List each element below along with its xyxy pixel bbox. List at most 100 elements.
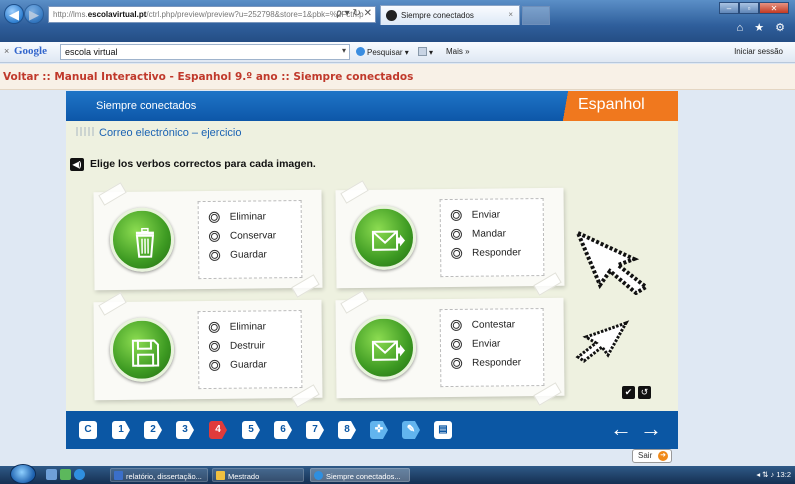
bars-icon [76,127,94,136]
radio-button[interactable] [208,211,220,223]
save-disk-icon [109,317,175,383]
exercise-card-send-mail: Enviar Mandar Responder [335,180,565,296]
minimize-button[interactable]: – [719,2,739,14]
address-tools[interactable]: ρ ▾ ↻ ✕ [336,8,372,19]
page-icon [418,47,427,56]
ie-icon [314,471,323,480]
address-bar[interactable]: http://lms.escolavirtual.pt/ctrl.php/pre… [48,6,376,23]
google-search-input[interactable]: escola virtual ▾ [60,44,350,60]
taskbar: relatório, dissertação... Mestrado Siemp… [0,464,795,484]
close-window-button[interactable]: ✕ [759,2,789,14]
edit-icon[interactable]: ✎ [402,421,420,439]
prev-arrow-icon[interactable]: ← [610,416,632,442]
radio-button[interactable] [209,359,221,371]
radio-button[interactable] [450,209,462,221]
page-button-5[interactable]: 5 [242,421,260,439]
tape [340,290,369,314]
clock: 13:2 [776,470,791,479]
option-eliminar[interactable]: Eliminar [208,207,301,227]
exercise-subtitle: Correo electrónico – ejercicio [76,127,241,139]
login-link[interactable]: Iniciar sessão [734,47,783,56]
exercise-card-save: Eliminar Destruir Guardar [93,292,323,408]
radio-button[interactable] [450,228,463,240]
reset-button[interactable]: ↺ [638,386,651,399]
radio-button[interactable] [451,357,463,369]
show-desktop-icon[interactable] [46,469,57,480]
option-enviar[interactable]: Enviar [450,334,543,354]
subject-badge: Espanhol [560,91,678,121]
option-enviar[interactable]: Enviar [450,205,543,225]
url-domain: escolavirtual.pt [87,10,147,19]
word-icon [114,471,123,480]
breadcrumb[interactable]: Voltar :: Manual Interactivo - Espanhol … [0,64,795,90]
start-button[interactable] [10,464,36,484]
explorer-icon[interactable] [60,469,71,480]
activity-panel: Siempre conectados Espanhol Correo elect… [66,91,678,449]
page-button-2[interactable]: 2 [144,421,162,439]
browser-tab-title: Siempre conectados [401,11,474,20]
check-controls: ✔ ↺ [622,386,651,399]
forward-button[interactable]: ▶ [24,4,44,24]
taskbar-item-siempre-conectados[interactable]: Siempre conectados... [310,468,410,482]
trash-icon [109,207,175,273]
browser-tab[interactable]: Siempre conectados × [380,5,520,25]
page-button-7[interactable]: 7 [306,421,324,439]
more-button[interactable]: Mais » [446,47,470,56]
clipboard-icon[interactable]: ▤ [434,421,452,439]
maximize-button[interactable]: ▫ [739,2,759,14]
back-button[interactable]: ◀ [4,4,24,24]
exit-label: Sair [638,451,653,460]
radio-button[interactable] [208,321,220,333]
taskbar-item-relatorio[interactable]: relatório, dissertação... [110,468,208,482]
page-button-c[interactable]: C [79,421,97,439]
option-guardar[interactable]: Guardar [209,245,301,265]
options-box: Eliminar Conservar Guardar [197,200,303,280]
radio-button[interactable] [209,249,221,261]
option-responder[interactable]: Responder [451,353,543,373]
cursor-illustration-small [575,320,630,363]
reply-mail-icon [351,315,417,381]
activity-title: Siempre conectados [96,100,197,112]
option-guardar[interactable]: Guardar [209,355,301,375]
ie-icon[interactable] [74,469,85,480]
google-logo: Google [14,45,47,57]
exercise-card-reply-mail: Contestar Enviar Responder [335,290,565,406]
window-controls: – ▫ ✕ [719,2,789,14]
page-navigation-bar: C 1 2 3 4 5 6 7 8 ✜ ✎ ▤ ← → [66,411,678,449]
page-button-3[interactable]: 3 [176,421,194,439]
tab-close-icon[interactable]: × [508,10,513,19]
activity-header: Siempre conectados Espanhol [66,91,678,121]
pesquisar-button[interactable]: Pesquisar ▾ [356,47,409,57]
option-destruir[interactable]: Destruir [208,336,301,356]
page-button-8[interactable]: 8 [338,421,356,439]
toolbar-close-icon[interactable]: × [4,46,9,56]
home-favorites-settings-icons[interactable]: ⌂ ★ ⚙ [737,21,789,34]
exit-button[interactable]: Sair ➜ [632,449,672,463]
radio-button[interactable] [450,338,463,350]
check-answer-button[interactable]: ✔ [622,386,635,399]
radio-button[interactable] [208,230,221,242]
page-button-1[interactable]: 1 [112,421,130,439]
exit-arrow-icon: ➜ [658,451,668,461]
option-mandar[interactable]: Mandar [450,224,543,244]
toolbar-menu-button[interactable]: ▾ [418,47,433,57]
option-contestar[interactable]: Contestar [450,315,543,335]
radio-button[interactable] [208,340,221,352]
exercise-card-trash: Eliminar Conservar Guardar [93,182,323,298]
instruction: ◀) Elige los verbos correctos para cada i… [70,158,316,171]
url-prefix: http://lms. [53,10,88,19]
chevron-down-icon[interactable]: ▾ [342,46,346,55]
option-conservar[interactable]: Conservar [208,226,301,246]
next-arrow-icon[interactable]: → [640,416,662,442]
page-button-4-current[interactable]: 4 [209,421,227,439]
google-toolbar: × Google escola virtual ▾ Pesquisar ▾ ▾ … [0,42,795,63]
radio-button[interactable] [450,319,462,331]
speaker-icon[interactable]: ◀) [70,158,84,171]
option-eliminar[interactable]: Eliminar [208,317,301,337]
new-tab-button[interactable] [522,6,550,25]
taskbar-item-mestrado[interactable]: Mestrado [212,468,304,482]
radio-button[interactable] [451,247,463,259]
option-responder[interactable]: Responder [451,243,543,263]
page-button-6[interactable]: 6 [274,421,292,439]
game-pad-icon[interactable]: ✜ [370,421,388,439]
